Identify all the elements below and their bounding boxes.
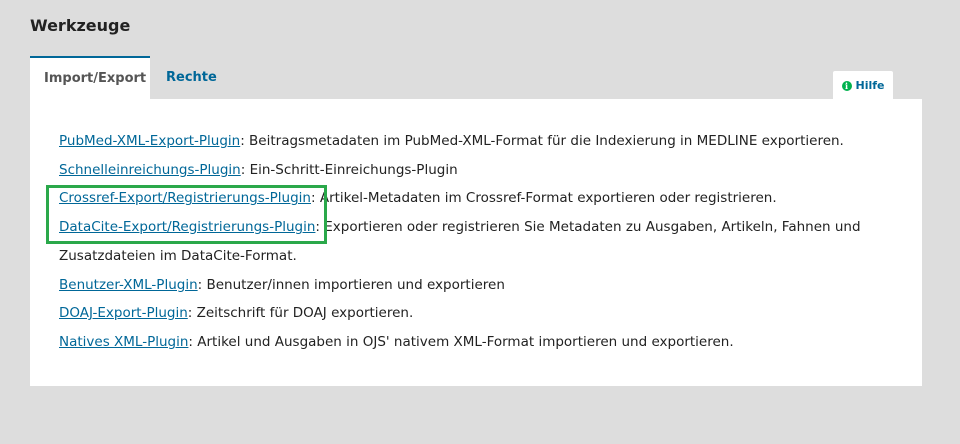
list-item: Crossref-Export/Registrierungs-Plugin: A… bbox=[59, 184, 899, 213]
help-button[interactable]: i Hilfe bbox=[832, 70, 894, 100]
list-item: Natives XML-Plugin: Artikel und Ausgaben… bbox=[59, 328, 899, 357]
plugin-description: : Artikel-Metadaten im Crossref-Format e… bbox=[311, 190, 777, 207]
info-icon: i bbox=[841, 80, 852, 91]
tab-import-export[interactable]: Import/Export bbox=[30, 56, 150, 99]
list-item: Benutzer-XML-Plugin: Benutzer/innen impo… bbox=[59, 271, 899, 300]
plugin-link-doaj[interactable]: DOAJ-Export-Plugin bbox=[59, 305, 188, 321]
plugin-link-crossref[interactable]: Crossref-Export/Registrierungs-Plugin bbox=[59, 190, 311, 206]
tab-panel-import-export: PubMed-XML-Export-Plugin: Beitragsmetada… bbox=[30, 99, 922, 386]
plugin-description: : Zeitschrift für DOAJ exportieren. bbox=[187, 305, 414, 322]
plugin-description: : Beitragsmetadaten im PubMed-XML-Format… bbox=[240, 133, 844, 149]
list-item: Schnelleinreichungs-Plugin: Ein-Schritt-… bbox=[59, 156, 899, 185]
page-title: Werkzeuge bbox=[30, 16, 131, 35]
plugin-link-schnelleinreichung[interactable]: Schnelleinreichungs-Plugin bbox=[59, 162, 241, 178]
plugin-list: PubMed-XML-Export-Plugin: Beitragsmetada… bbox=[59, 127, 899, 357]
tab-rechte[interactable]: Rechte bbox=[152, 56, 246, 99]
plugin-link-benutzer-xml[interactable]: Benutzer-XML-Plugin bbox=[59, 277, 198, 293]
plugin-description: : Ein-Schritt-Einreichungs-Plugin bbox=[240, 161, 458, 178]
help-label: Hilfe bbox=[855, 79, 885, 92]
list-item: PubMed-XML-Export-Plugin: Beitragsmetada… bbox=[59, 127, 899, 156]
plugin-description: : Benutzer/innen importieren und exporti… bbox=[197, 276, 505, 293]
plugin-description: : Artikel und Ausgaben in OJS' nativem X… bbox=[188, 333, 734, 350]
plugin-link-datacite[interactable]: DataCite-Export/Registrierungs-Plugin bbox=[59, 219, 315, 235]
plugin-link-pubmed[interactable]: PubMed-XML-Export-Plugin bbox=[59, 133, 240, 149]
list-item: DataCite-Export/Registrierungs-Plugin: E… bbox=[59, 213, 899, 270]
plugin-link-natives-xml[interactable]: Natives XML-Plugin bbox=[59, 334, 188, 350]
list-item: DOAJ-Export-Plugin: Zeitschrift für DOAJ… bbox=[59, 299, 899, 328]
